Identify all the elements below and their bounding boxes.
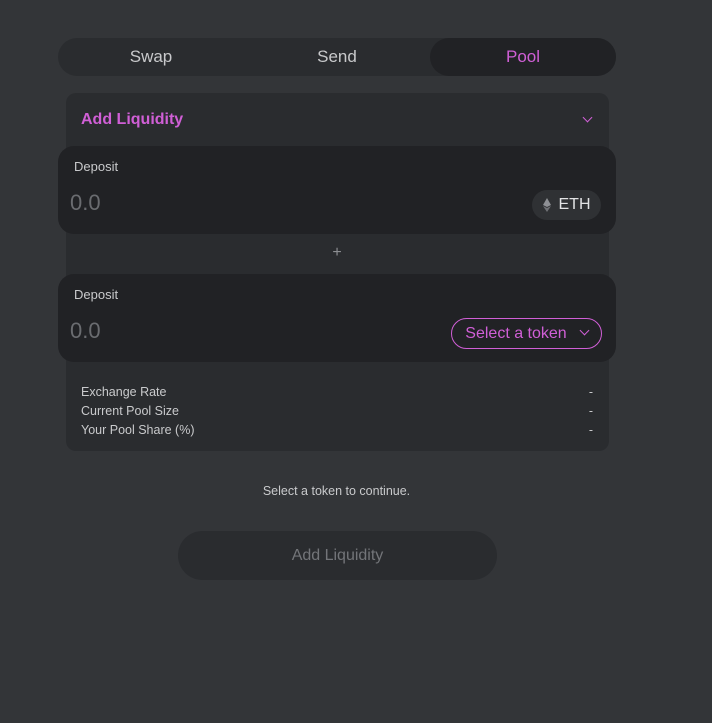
stat-value: - [588,404,593,418]
nav-tabs: Swap Send Pool [58,38,616,76]
stat-row: Current Pool Size - [81,402,593,421]
deposit-label: Deposit [74,287,119,302]
select-token-label: Select a token [465,324,567,342]
pool-stats: Exchange Rate - Current Pool Size - Your… [81,383,593,440]
deposit-amount-input-1[interactable] [70,190,370,216]
deposit-label: Deposit [74,159,119,174]
stat-label: Your Pool Share (%) [81,423,195,437]
chevron-down-icon[interactable] [582,112,593,123]
tab-pool[interactable]: Pool [430,38,616,76]
stat-value: - [588,423,593,437]
add-liquidity-button[interactable]: Add Liquidity [178,531,497,580]
deposit-amount-input-2[interactable] [70,318,370,344]
tab-swap[interactable]: Swap [58,38,244,76]
token-symbol: ETH [558,196,591,213]
status-hint: Select a token to continue. [262,484,411,498]
stat-value: - [588,385,593,399]
stat-label: Exchange Rate [81,385,167,399]
tab-send[interactable]: Send [244,38,430,76]
deposit-card-1: Deposit ETH [58,146,616,234]
eth-token-button[interactable]: ETH [532,190,601,220]
eth-icon [542,198,551,212]
plus-icon: + [332,244,342,261]
select-token-button[interactable]: Select a token [451,318,602,349]
stat-label: Current Pool Size [81,404,179,418]
stat-row: Your Pool Share (%) - [81,421,593,440]
stat-row: Exchange Rate - [81,383,593,402]
add-liquidity-dropdown[interactable]: Add Liquidity [81,111,183,129]
deposit-card-2: Deposit Select a token [58,274,616,362]
chevron-down-icon [579,325,590,336]
